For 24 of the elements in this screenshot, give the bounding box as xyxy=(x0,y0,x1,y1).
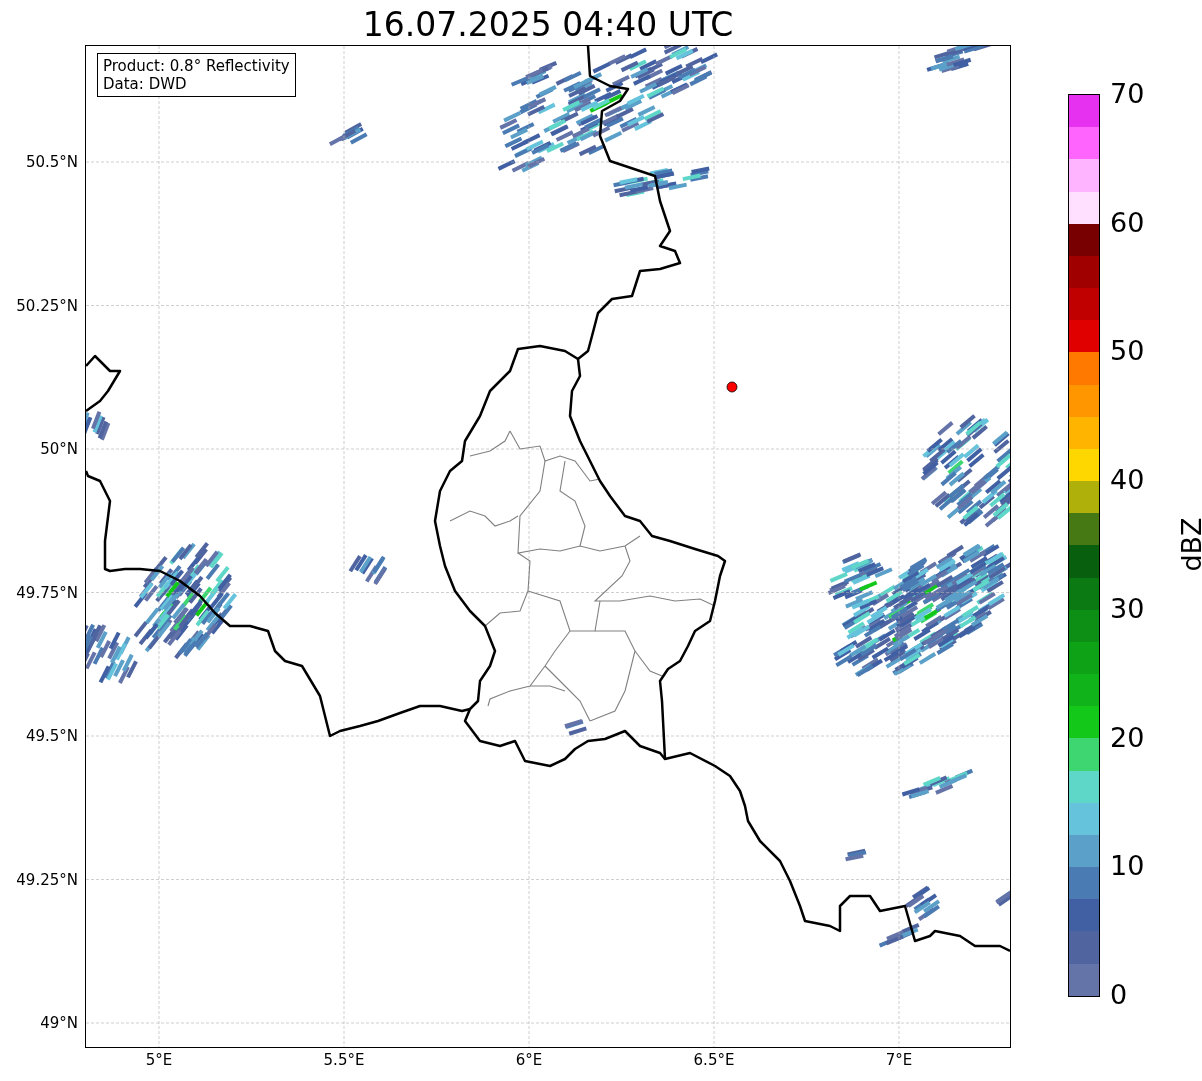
axis-tick-label: 6°E xyxy=(514,1051,544,1069)
colorbar-tick-label: 60 xyxy=(1109,206,1145,239)
axis-tick-label: 50.25°N xyxy=(16,295,78,316)
axis-tick-label: 5°E xyxy=(144,1051,174,1069)
colorbar-tick-label: 20 xyxy=(1109,721,1145,754)
axis-tick-label: 7°E xyxy=(884,1051,914,1069)
colorbar-tick-label: 10 xyxy=(1109,850,1145,883)
axis-tick-label: 6.5°E xyxy=(692,1051,736,1069)
colorbar-tick-label: 50 xyxy=(1109,335,1145,368)
axis-tick-label: 49.25°N xyxy=(16,869,78,890)
colorbar-tick-label: 0 xyxy=(1109,979,1128,1011)
colorbar-tick-label: 70 xyxy=(1109,78,1145,110)
axis-tick-label: 49.5°N xyxy=(25,726,78,746)
colorbar-tick-label: 40 xyxy=(1109,464,1145,497)
axis-tick-label: 49°N xyxy=(40,1013,78,1033)
colorbar-label: dBZ xyxy=(1175,517,1202,572)
info-text: Data: DWD xyxy=(103,75,188,93)
info-text: Product: 0.8° Reflectivity xyxy=(103,57,290,75)
colorbar-tick-label: 30 xyxy=(1109,592,1145,625)
axis-tick-label: 50.5°N xyxy=(25,152,78,172)
axis-tick-label: 5.5°E xyxy=(322,1051,366,1069)
chart-title: 16.07.2025 04:40 UTC xyxy=(361,4,735,45)
axis-tick-label: 49.75°N xyxy=(16,582,78,603)
axis-tick-label: 50°N xyxy=(40,439,78,459)
